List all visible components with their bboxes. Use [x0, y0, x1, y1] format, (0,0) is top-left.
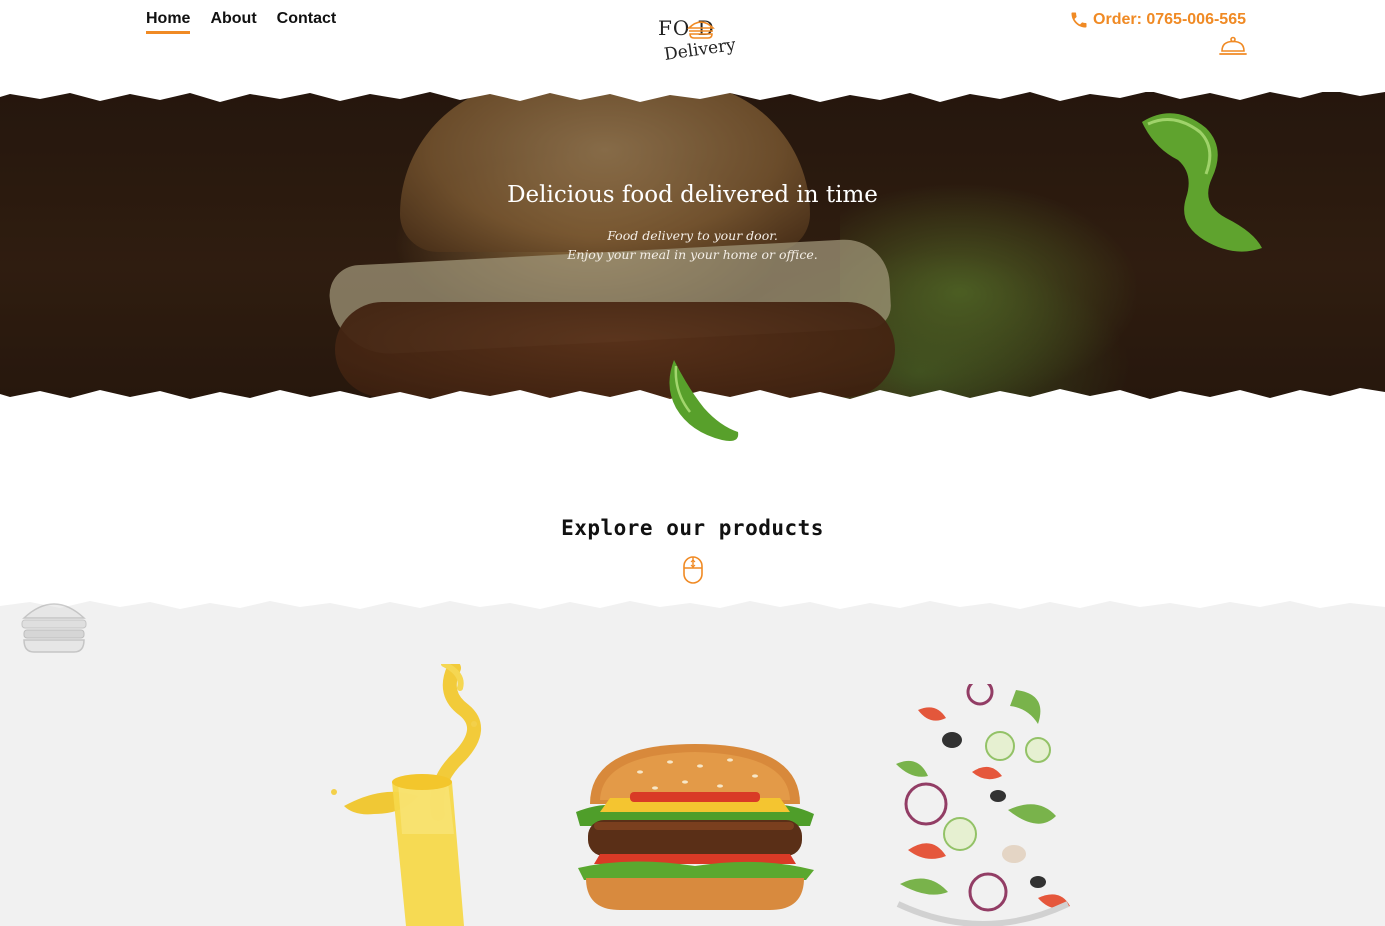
- main-nav: Home About Contact: [146, 10, 336, 34]
- nav-contact-link[interactable]: Contact: [277, 10, 337, 34]
- product-salad-image[interactable]: [888, 684, 1078, 926]
- cloche-icon[interactable]: [1219, 36, 1247, 58]
- phone-icon: [1071, 12, 1087, 28]
- explore-heading: Explore our products: [561, 516, 824, 540]
- products-torn-edge: [0, 601, 1385, 618]
- logo-burger-icon: [687, 21, 715, 39]
- nav-home-link[interactable]: Home: [146, 10, 191, 34]
- product-burger-image[interactable]: [570, 742, 820, 914]
- lettuce-leaf-decoration-small: [669, 360, 739, 441]
- site-logo[interactable]: FO D Delivery: [652, 14, 748, 70]
- decorative-burger-sketch: [21, 603, 87, 653]
- order-phone[interactable]: Order: 0765-006-565: [1069, 10, 1246, 30]
- product-juice-image[interactable]: [314, 664, 504, 926]
- mouse-scroll-icon[interactable]: [682, 556, 704, 584]
- nav-about-link[interactable]: About: [210, 10, 256, 34]
- order-label: Order: 0765-006-565: [1093, 11, 1246, 28]
- lettuce-leaf-decoration: [1142, 113, 1262, 252]
